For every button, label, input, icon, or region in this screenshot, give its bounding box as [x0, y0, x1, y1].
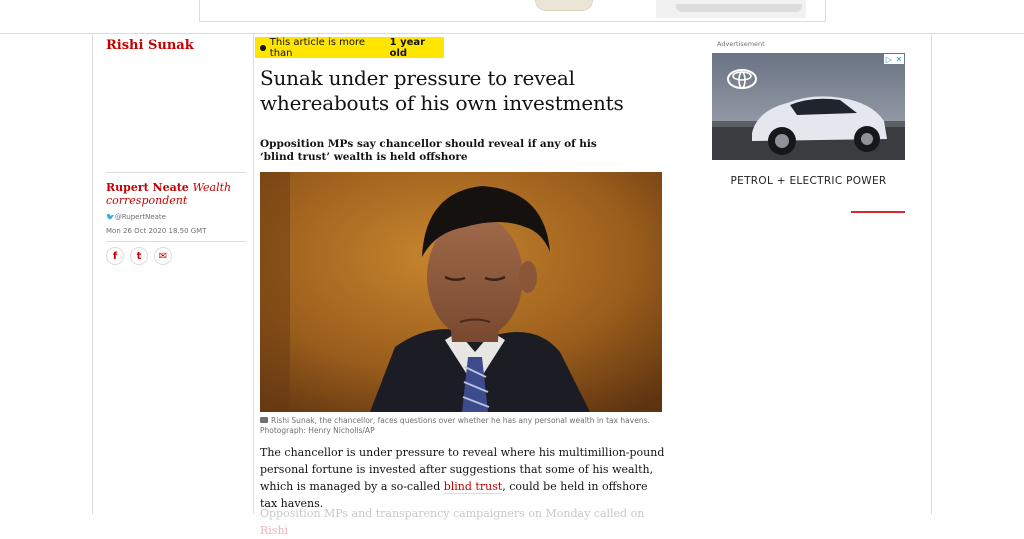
article-paragraph: Opposition MPs and transparency campaign… [260, 507, 645, 537]
clock-icon [260, 44, 266, 51]
advert-progress-bar [851, 211, 905, 213]
share-divider [106, 241, 246, 242]
publish-date: Mon 26 Oct 2020 18.50 GMT [106, 227, 207, 235]
camera-icon [260, 417, 268, 423]
blind-trust-link[interactable]: blind trust [443, 480, 503, 494]
close-icon: ✕ [895, 54, 903, 64]
author-name[interactable]: Rupert Neate [106, 181, 189, 194]
email-share-button[interactable]: ✉ [154, 247, 172, 265]
left-border [92, 34, 93, 514]
top-advert-banner[interactable] [199, 0, 826, 22]
age-prefix: This article is more than [269, 36, 366, 59]
photo-caption: Rishi Sunak, the chancellor, faces quest… [260, 416, 650, 435]
column-divider [253, 34, 254, 514]
advert-placeholder [656, 0, 806, 18]
article-paragraph: The chancellor is under pressure to reve… [260, 446, 665, 510]
adchoices-button[interactable]: ▷ ✕ [884, 54, 904, 64]
advert-car-image[interactable] [712, 53, 905, 160]
advert-caption: PETROL + ELECTRIC POWER [730, 175, 887, 187]
advertisement-label: Advertisement [717, 40, 765, 48]
rishi-link[interactable]: Rishi [260, 524, 288, 537]
byline-divider [106, 172, 246, 173]
adchoices-icon: ▷ [885, 54, 892, 64]
advert-product-image [535, 0, 593, 11]
article-headline: Sunak under pressure to reveal whereabou… [260, 66, 624, 115]
twitter-share-button[interactable]: t [130, 247, 148, 265]
twitter-icon: t [136, 250, 142, 262]
right-border [931, 34, 932, 514]
main-article-photo [260, 172, 662, 412]
email-icon: ✉ [158, 250, 168, 262]
article-standfirst: Opposition MPs say chancellor should rev… [260, 138, 597, 163]
facebook-icon: f [112, 250, 118, 262]
age-value: 1 year old [389, 36, 426, 59]
twitter-icon: 🐦 [106, 213, 115, 221]
byline: Rupert Neate Wealth correspondent [106, 181, 246, 207]
twitter-handle[interactable]: 🐦@RupertNeate [106, 213, 166, 221]
article-age-badge: This article is more than 1 year old [255, 36, 444, 59]
header-divider [0, 33, 1024, 34]
section-label[interactable]: Rishi Sunak [106, 38, 194, 53]
facebook-share-button[interactable]: f [106, 247, 124, 265]
